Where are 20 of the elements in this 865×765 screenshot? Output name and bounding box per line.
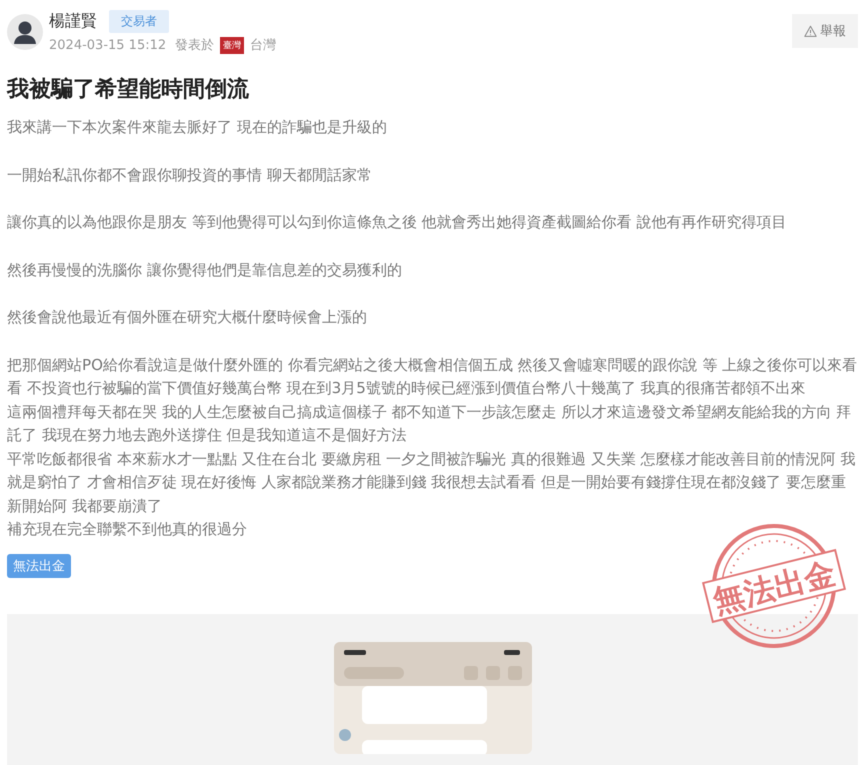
avatar-icon	[7, 14, 43, 50]
post-paragraph: 讓你真的以為他跟你是朋友 等到他覺得可以勾到你這條魚之後 他就會秀出她得資產截圖給你看 說他有再作研究得項目	[7, 212, 786, 233]
role-badge: 交易者	[109, 10, 169, 33]
post-title: 我被騙了希望能時間倒流	[7, 76, 250, 104]
author-name[interactable]: 楊謹賢	[49, 11, 97, 32]
post-paragraph: 平常吃飯都很省 本來薪水才一點點 又住在台北 要繳房租 一夕之間被詐騙光 真的很難過 又失業 怎麼樣才能改善目前的情況阿 我就是窮怕了 才會相信歹徒 現在好後悔 人家都說業務才能賺到錢 我很想去試看看 但是一開始要有錢撐住現在都沒錢了 要怎麼重新開始阿 我都要崩潰了	[7, 448, 856, 516]
post-paragraph: 這兩個禮拜每天都在哭 我的人生怎麼被自己搞成這個樣子 都不知道下一步該怎麼走 所以才來這邊發文希望網友能給我的方向 拜託了 我現在努力地去跑外送撐住 但是我知道這不是個好方法	[7, 402, 852, 446]
posted-from-label: 發表於	[175, 37, 214, 54]
post-paragraph: 把那個網站PO給你看說這是做什麼外匯的 你看完網站之後大概會相信個五成 然後又會噓寒問暖的跟你說 等 上線之後你可以來看看 不投資也行被騙的當下價值好幾萬台幣 現在到3月5號號的時候已經漲到價值台幣八十幾萬了 我真的很痛苦都領不出來	[7, 354, 858, 399]
post-paragraph: 補充現在完全聯繫不到他真的很過分	[7, 519, 247, 540]
report-button[interactable]: 舉報	[792, 14, 858, 48]
region-flag: 臺灣	[220, 36, 244, 54]
warning-icon	[804, 24, 817, 38]
tag[interactable]: 無法出金	[7, 554, 71, 578]
post-paragraph: 我來講一下本次案件來龍去脈好了 現在的詐騙也是升級的	[7, 117, 387, 138]
post-paragraph: 然後再慢慢的洗腦你 讓你覺得他們是靠信息差的交易獲利的	[7, 260, 402, 280]
post-paragraph: 一開始私訊你都不會跟你聊投資的事情 聊天都閒話家常	[7, 164, 372, 186]
location: 台灣	[250, 37, 276, 54]
post-date: 2024-03-15 15:12	[49, 38, 166, 52]
post-paragraph: 然後會說他最近有個外匯在研究大概什麼時候會上漲的	[7, 307, 367, 328]
